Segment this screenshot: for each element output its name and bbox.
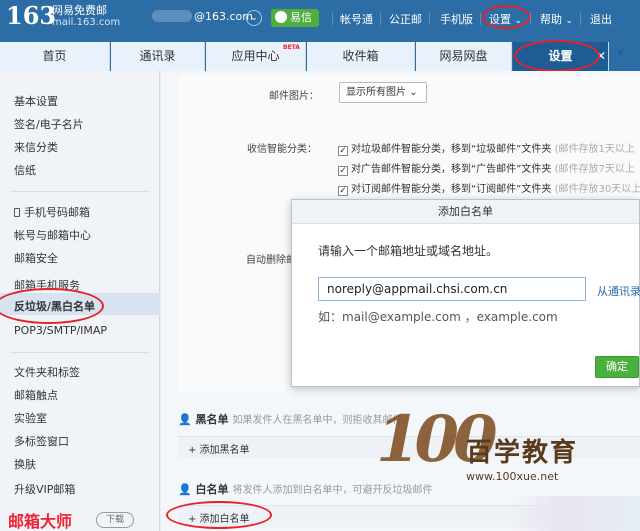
mail-images-label: 邮件图片： bbox=[269, 91, 319, 102]
sidebar-item-touchpoint[interactable]: 邮箱触点 bbox=[14, 387, 58, 403]
sidebar-item-folders[interactable]: 文件夹和标签 bbox=[14, 364, 80, 380]
logo[interactable]: 163 bbox=[6, 4, 56, 28]
yixin-label: 易信 bbox=[290, 11, 312, 24]
download-button[interactable]: 下载 bbox=[96, 512, 134, 528]
yixin-button[interactable]: 易信 bbox=[271, 9, 319, 27]
divider bbox=[480, 13, 481, 25]
link-logout[interactable]: 退出 bbox=[590, 11, 612, 27]
sidebar-item-phone-mailbox[interactable]: 手机号码邮箱 bbox=[14, 204, 90, 220]
smart-sort-option-ads[interactable]: ✓ 对广告邮件智能分类，移到“广告邮件”文件夹 (邮件存放7天以上 bbox=[338, 160, 635, 176]
option-text: 对广告邮件智能分类，移到“广告邮件”文件夹 bbox=[351, 164, 552, 175]
smart-sort-option-subscriptions[interactable]: ✓ 对订阅邮件智能分类，移到“订阅邮件”文件夹 (邮件存放30天以上 bbox=[338, 180, 640, 196]
dialog-hint: 如：mail@example.com ，example.com bbox=[318, 310, 558, 324]
option-note: (邮件存放1天以上 bbox=[554, 144, 635, 155]
sidebar-item-signature[interactable]: 签名/电子名片 bbox=[14, 116, 84, 132]
sidebar-divider bbox=[10, 352, 150, 353]
tab-home[interactable]: 首页 bbox=[0, 42, 110, 71]
mail-master-promo[interactable]: 邮箱大师 bbox=[8, 508, 72, 531]
account-suffix: @163.com bbox=[194, 10, 253, 23]
sidebar-item-basic-settings[interactable]: 基本设置 bbox=[14, 93, 58, 109]
account-chevron-down-icon[interactable]: ⌄ bbox=[246, 10, 262, 26]
watermark-url: www.100xue.net bbox=[466, 470, 559, 483]
close-icon[interactable]: ✕ bbox=[596, 49, 606, 63]
link-settings-label: 设置 bbox=[489, 13, 511, 26]
link-notary-mail[interactable]: 公正邮 bbox=[389, 11, 422, 27]
person-icon: 👤 bbox=[178, 483, 192, 496]
yixin-icon bbox=[275, 11, 287, 23]
divider bbox=[429, 13, 430, 25]
divider bbox=[332, 13, 333, 25]
checkbox-checked-icon[interactable]: ✓ bbox=[338, 186, 348, 196]
link-help[interactable]: 帮助 ⌄ bbox=[540, 11, 573, 27]
add-whitelist-button[interactable]: + 添加白名单 bbox=[188, 510, 250, 525]
tab-contacts[interactable]: 通讯录 bbox=[111, 42, 205, 71]
checkbox-checked-icon[interactable]: ✓ bbox=[338, 166, 348, 176]
account-name-blurred bbox=[152, 10, 192, 22]
link-mobile[interactable]: 手机版 bbox=[440, 11, 473, 27]
tab-settings[interactable]: 设置 bbox=[513, 42, 609, 71]
option-note: (邮件存放7天以上 bbox=[554, 164, 635, 175]
sidebar-item-mail-filter[interactable]: 来信分类 bbox=[14, 139, 58, 155]
sidebar-divider bbox=[10, 191, 150, 192]
person-icon: 👤 bbox=[178, 413, 192, 426]
checkbox-checked-icon[interactable]: ✓ bbox=[338, 146, 348, 156]
watermark-blur bbox=[508, 496, 640, 531]
sidebar-item-skin[interactable]: 换肤 bbox=[14, 456, 36, 472]
whitelist-address-input[interactable]: noreply@appmail.chsi.com.cn bbox=[318, 277, 586, 301]
link-help-label: 帮助 bbox=[540, 13, 562, 26]
sidebar-item-mobile-service[interactable]: 邮箱手机服务 bbox=[14, 277, 80, 293]
watermark-title: 百学教育 bbox=[466, 438, 579, 468]
phone-icon bbox=[14, 208, 20, 217]
dialog-title: 添加白名单 bbox=[292, 200, 639, 224]
whitelist-title: 白名单 bbox=[195, 483, 229, 496]
link-settings[interactable]: 设置 ⌄ bbox=[489, 11, 522, 27]
sidebar-item-vip[interactable]: 升级VIP邮箱 bbox=[14, 481, 75, 497]
from-contacts-link[interactable]: 从通讯录 bbox=[597, 283, 640, 299]
blacklist-title: 黑名单 bbox=[195, 413, 229, 426]
chevron-down-icon: ⌄ bbox=[409, 87, 418, 98]
option-text: 对订阅邮件智能分类，移到“订阅邮件”文件夹 bbox=[351, 184, 552, 195]
whitelist-desc: 将发件人添加到白名单中，可避开反垃圾邮件 bbox=[232, 485, 433, 496]
sidebar-item-pop3[interactable]: POP3/SMTP/IMAP bbox=[14, 324, 107, 337]
divider bbox=[580, 13, 581, 25]
option-note: (邮件存放30天以上 bbox=[554, 184, 640, 195]
sidebar-item-multitab[interactable]: 多标签窗口 bbox=[14, 433, 69, 449]
smart-sort-label: 收信智能分类： bbox=[247, 144, 317, 155]
sidebar-item-stationery[interactable]: 信纸 bbox=[14, 162, 36, 178]
dialog-prompt: 请输入一个邮箱地址或域名地址。 bbox=[318, 244, 499, 258]
add-blacklist-button[interactable]: + 添加黑名单 bbox=[188, 441, 250, 456]
settings-chevron-icon: ⌄ bbox=[514, 16, 523, 26]
account-address[interactable]: @163.com bbox=[152, 10, 253, 23]
auto-delete-label: 自动删除邮 bbox=[246, 255, 296, 266]
logo-domain: mail.163.com bbox=[52, 17, 121, 28]
tab-netdisk[interactable]: 网易网盘 bbox=[416, 42, 512, 71]
divider bbox=[530, 13, 531, 25]
beta-badge: BETA bbox=[283, 44, 300, 51]
help-chevron-icon: ⌄ bbox=[565, 16, 574, 26]
chevron-down-icon[interactable]: ▾ bbox=[618, 48, 623, 59]
link-account-pass[interactable]: 帐号通 bbox=[340, 11, 373, 27]
confirm-button[interactable]: 确定 bbox=[595, 356, 639, 378]
sidebar-item-account-center[interactable]: 帐号与邮箱中心 bbox=[14, 227, 91, 243]
option-text: 对垃圾邮件智能分类，移到“垃圾邮件”文件夹 bbox=[351, 144, 552, 155]
sidebar-item-security[interactable]: 邮箱安全 bbox=[14, 250, 58, 266]
sidebar-item-antispam[interactable]: 反垃圾/黑白名单 bbox=[14, 298, 95, 314]
mail-images-value: 显示所有图片 bbox=[346, 87, 406, 98]
sidebar-item-phone-mailbox-label: 手机号码邮箱 bbox=[24, 206, 90, 219]
sidebar-item-lab[interactable]: 实验室 bbox=[14, 410, 47, 426]
tab-inbox[interactable]: 收件箱 bbox=[307, 42, 415, 71]
smart-sort-option-junk[interactable]: ✓ 对垃圾邮件智能分类，移到“垃圾邮件”文件夹 (邮件存放1天以上 bbox=[338, 140, 635, 156]
whitelist-section-title: 👤 白名单 将发件人添加到白名单中，可避开反垃圾邮件 bbox=[178, 481, 433, 497]
logo-title: 网易免费邮 bbox=[52, 4, 107, 17]
logo-number: 163 bbox=[6, 1, 57, 30]
divider bbox=[380, 13, 381, 25]
mail-images-select[interactable]: 显示所有图片 ⌄ bbox=[339, 82, 427, 103]
